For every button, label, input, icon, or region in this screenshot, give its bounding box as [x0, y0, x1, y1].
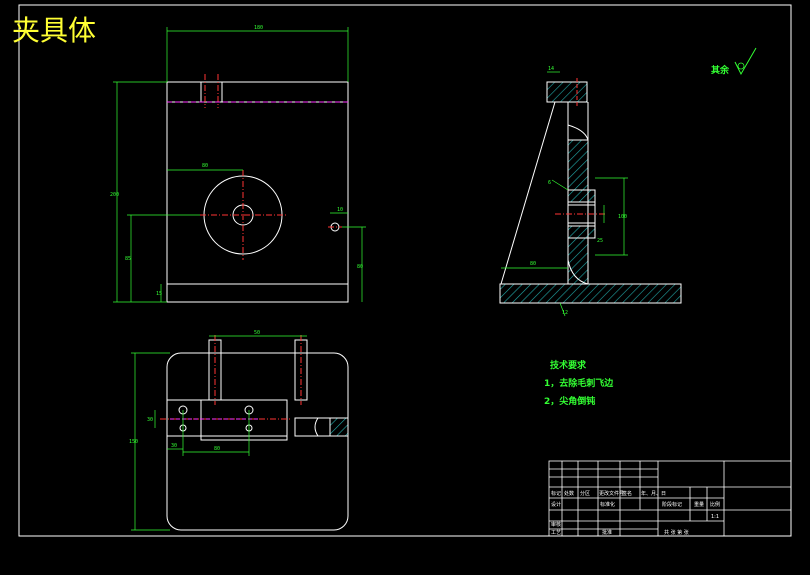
dim-side-small-text: 25: [597, 238, 603, 244]
dim-side-offset-text: 80: [530, 261, 536, 267]
side-base: [499, 283, 682, 304]
tb-label-scale: 比例: [710, 501, 720, 508]
dim-bottom-top-text: 50: [254, 330, 260, 336]
front-view: [166, 81, 349, 303]
tb-label-date: 年、月、日: [641, 490, 666, 497]
side-dimensions: [501, 71, 628, 317]
dim-side-top-text: 14: [548, 66, 554, 72]
tb-scale-value: 1:1: [711, 514, 719, 520]
tech-req-item-1: 1，去除毛刺飞边: [544, 377, 614, 389]
drawing-title: 夹具体: [12, 14, 96, 47]
side-boss-top: [567, 189, 596, 203]
title-block-frame: [548, 460, 792, 537]
top-dimensions: [131, 335, 307, 531]
cad-drawing: 夹具体 180 200 80 85 15 80 10 14 100 80 25 …: [12, 4, 792, 537]
dim-bottom-small-text: 30: [147, 417, 153, 423]
tb-label-design: 设计: [551, 501, 561, 508]
title-block: [548, 460, 792, 537]
dim-overall-height-text: 200: [110, 192, 119, 198]
dim-side-base-text: 12: [562, 310, 568, 316]
front-outline: [166, 81, 349, 303]
dim-bottom-base-text: 15: [156, 291, 162, 297]
dim-hole-small-text: 10: [337, 207, 343, 213]
tb-label-sheet: 共 张 第 张: [664, 529, 689, 536]
top-base-block: [200, 399, 288, 441]
side-column-mid: [567, 139, 589, 191]
tech-req-item-2: 2，尖角倒钝: [544, 395, 595, 407]
top-outline: [166, 352, 349, 531]
surface-finish-note: 其余: [711, 47, 757, 76]
dim-side-angle-leader: [551, 179, 569, 191]
tb-label-standardization: 标准化: [600, 501, 615, 508]
surface-finish-symbol: [734, 47, 757, 76]
side-rib-diagonal: [500, 101, 556, 285]
technical-requirements: 技术要求 1，去除毛刺飞边 2，尖角倒钝: [544, 359, 614, 407]
tb-label-mark: 标记: [551, 490, 561, 497]
dim-bore-offset-text: 80: [202, 163, 208, 169]
tech-req-heading: 技术要求: [550, 359, 587, 371]
side-view: [499, 78, 682, 304]
tb-label-change-doc: 更改文件号: [599, 490, 624, 497]
dim-top-width-text: 180: [254, 25, 263, 31]
dim-side-height-text: 100: [618, 214, 627, 220]
front-dimensions: [113, 27, 366, 303]
top-tab-hatch: [329, 417, 349, 437]
surface-finish-text: 其余: [711, 64, 730, 76]
tb-label-review: 审核: [551, 521, 561, 528]
top-tab-arc: [314, 417, 319, 437]
tb-label-weight: 重量: [694, 501, 704, 508]
dim-side-angle-text: 6: [548, 180, 551, 186]
dim-left-low-text: 85: [125, 256, 131, 262]
dim-right-height-text: 80: [357, 264, 363, 270]
side-boss-bottom: [567, 225, 596, 239]
tb-label-approve: 批准: [602, 529, 612, 536]
tb-label-zone: 分区: [580, 490, 590, 497]
surface-finish-circle: [737, 62, 745, 70]
side-top-cap: [546, 81, 588, 103]
dim-bottom-height-text: 150: [129, 439, 138, 445]
dim-bottom-span-text: 80: [214, 446, 220, 452]
tb-label-stage: 阶段标记: [662, 501, 682, 508]
top-view: [166, 339, 349, 531]
side-fillet-upper: [567, 124, 589, 141]
tb-label-sign: 签名: [622, 490, 632, 497]
tb-label-process: 工艺: [551, 530, 561, 536]
tb-label-count: 处数: [564, 490, 574, 497]
dim-bottom-left-text: 30: [171, 443, 177, 449]
